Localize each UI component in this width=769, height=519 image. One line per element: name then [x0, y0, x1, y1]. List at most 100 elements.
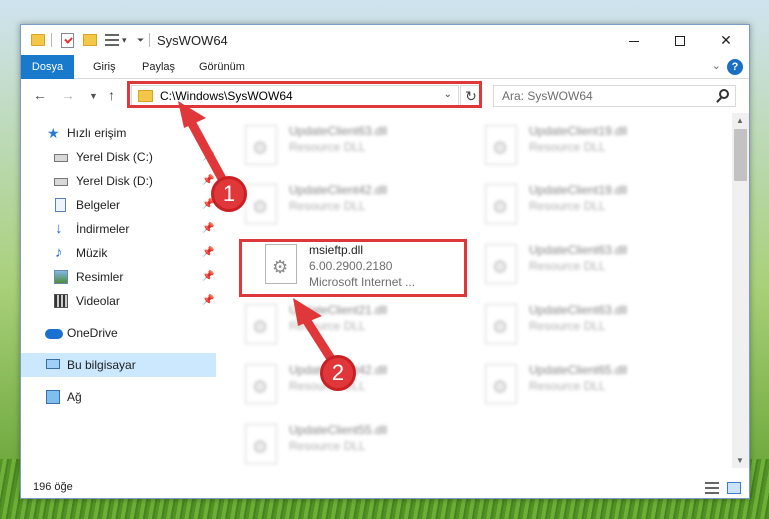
maximize-icon: [675, 36, 685, 47]
nav-item-this-pc[interactable]: Bu bilgisayar: [21, 353, 216, 377]
back-button[interactable]: ←: [33, 87, 47, 103]
file-name: UpdateClient63.dll: [529, 243, 628, 257]
file-tile[interactable]: UpdateClient63.dll Resource DLL: [481, 240, 711, 292]
file-description: Resource DLL: [289, 319, 366, 333]
disk-icon: [54, 154, 68, 162]
dll-file-icon: [245, 304, 277, 344]
arrow-left-icon: ←: [33, 87, 47, 103]
file-description: Resource DLL: [529, 199, 606, 213]
nav-item-downloads[interactable]: ↓ İndirmeler 📌: [21, 217, 216, 241]
minimize-button[interactable]: [611, 25, 657, 55]
dll-file-icon: [485, 304, 517, 344]
file-name: UpdateClient65.dll: [529, 363, 628, 377]
search-icon[interactable]: [719, 89, 729, 99]
file-tile[interactable]: UpdateClient63.dll Resource DLL: [241, 121, 471, 173]
status-bar: 196 öğe: [21, 477, 749, 498]
pin-icon[interactable]: 📌: [202, 289, 214, 313]
tab-home[interactable]: Giriş: [93, 55, 116, 79]
minimize-icon: [629, 40, 639, 42]
close-icon: ✕: [720, 32, 732, 48]
tab-view[interactable]: Görünüm: [199, 55, 245, 79]
documents-icon: [55, 198, 66, 212]
tab-share[interactable]: Paylaş: [142, 55, 175, 79]
maximize-button[interactable]: [657, 25, 703, 55]
file-name: UpdateClient19.dll: [529, 183, 628, 197]
dll-file-icon: [245, 424, 277, 464]
folder-icon: [31, 34, 45, 46]
item-count: 196 öğe: [33, 481, 73, 493]
disk-icon: [54, 178, 68, 186]
tiles-view-icon[interactable]: [727, 482, 741, 494]
title-bar: ▾ ⏷ SysWOW64 ✕: [21, 25, 749, 55]
nav-item-documents[interactable]: Belgeler 📌: [21, 193, 216, 217]
properties-icon[interactable]: [61, 33, 74, 48]
pin-icon[interactable]: 📌: [202, 217, 214, 241]
step-badge-2: 2: [320, 355, 356, 391]
up-button[interactable]: ↑: [108, 87, 115, 103]
nav-item-label: Belgeler: [76, 198, 121, 212]
recent-locations-button[interactable]: ▼: [89, 91, 98, 101]
nav-item-label: Müzik: [76, 246, 108, 260]
file-tile[interactable]: UpdateClient42.dll Resource DLL: [241, 180, 471, 232]
quick-access-separator: [51, 33, 52, 47]
scroll-up-icon[interactable]: ▲: [736, 116, 744, 125]
nav-item-label: Ağ: [67, 390, 82, 404]
file-tile[interactable]: UpdateClient21.dll Resource DLL: [241, 300, 471, 352]
file-tile[interactable]: UpdateClient19.dll Resource DLL: [481, 121, 711, 173]
window-title: SysWOW64: [157, 33, 228, 48]
nav-item-label: İndirmeler: [76, 222, 130, 236]
vertical-scrollbar[interactable]: ▲ ▼: [732, 113, 749, 468]
nav-item-label: Videolar: [76, 294, 120, 308]
close-button[interactable]: ✕: [703, 25, 749, 55]
file-tile[interactable]: UpdateClient55.dll Resource DLL: [241, 420, 471, 468]
dll-file-icon: [485, 364, 517, 404]
dll-file-icon: [245, 184, 277, 224]
nav-item-music[interactable]: ♪ Müzik 📌: [21, 241, 216, 265]
new-folder-icon[interactable]: [83, 34, 97, 46]
view-icon[interactable]: [105, 34, 119, 46]
file-description: Resource DLL: [289, 140, 366, 154]
file-description: Resource DLL: [529, 319, 606, 333]
file-highlight: [239, 239, 467, 297]
forward-button[interactable]: →: [61, 87, 75, 103]
file-description: Resource DLL: [289, 199, 366, 213]
chevron-down-icon[interactable]: ▾: [122, 35, 127, 46]
nav-item-disk-d[interactable]: Yerel Disk (D:) 📌: [21, 169, 216, 193]
arrow-up-icon: ↑: [108, 87, 115, 103]
pin-icon[interactable]: 📌: [202, 145, 214, 169]
dll-file-icon: [485, 184, 517, 224]
dll-file-icon: [485, 125, 517, 165]
file-name: UpdateClient55.dll: [289, 423, 388, 437]
scroll-thumb[interactable]: [734, 129, 747, 181]
pin-icon[interactable]: 📌: [202, 265, 214, 289]
file-name: UpdateClient63.dll: [289, 124, 388, 138]
nav-item-disk-c[interactable]: Yerel Disk (C:) 📌: [21, 145, 216, 169]
search-input[interactable]: Ara: SysWOW64: [493, 85, 736, 107]
chevron-down-icon: ▼: [89, 91, 98, 101]
downloads-icon: ↓: [55, 220, 63, 237]
nav-item-network[interactable]: Ağ: [21, 385, 216, 409]
file-description: Resource DLL: [529, 379, 606, 393]
nav-item-quick-access[interactable]: ★ Hızlı erişim: [21, 121, 216, 145]
expand-ribbon-icon[interactable]: ⌄: [712, 59, 721, 72]
file-tile[interactable]: UpdateClient63.dll Resource DLL: [481, 300, 711, 352]
file-tile[interactable]: UpdateClient42.dll Resource DLL: [241, 360, 471, 412]
videos-icon: [54, 294, 68, 308]
nav-item-label: Yerel Disk (C:): [76, 150, 153, 164]
file-tile[interactable]: UpdateClient65.dll Resource DLL: [481, 360, 711, 412]
scroll-down-icon[interactable]: ▼: [736, 456, 744, 465]
help-icon[interactable]: ?: [727, 59, 743, 75]
tab-file[interactable]: Dosya: [21, 55, 74, 79]
title-separator: [149, 33, 150, 47]
customize-toolbar-icon[interactable]: ⏷: [137, 35, 144, 46]
details-view-icon[interactable]: [705, 482, 719, 494]
navigation-pane: ★ Hızlı erişim Yerel Disk (C:) 📌 Yerel D…: [21, 113, 216, 468]
star-icon: ★: [47, 125, 60, 141]
pin-icon[interactable]: 📌: [202, 241, 214, 265]
nav-item-onedrive[interactable]: OneDrive: [21, 321, 216, 345]
file-name: UpdateClient63.dll: [529, 303, 628, 317]
nav-item-pictures[interactable]: Resimler 📌: [21, 265, 216, 289]
nav-item-videos[interactable]: Videolar 📌: [21, 289, 216, 313]
arrow-right-icon: →: [61, 87, 75, 103]
file-tile[interactable]: UpdateClient19.dll Resource DLL: [481, 180, 711, 232]
